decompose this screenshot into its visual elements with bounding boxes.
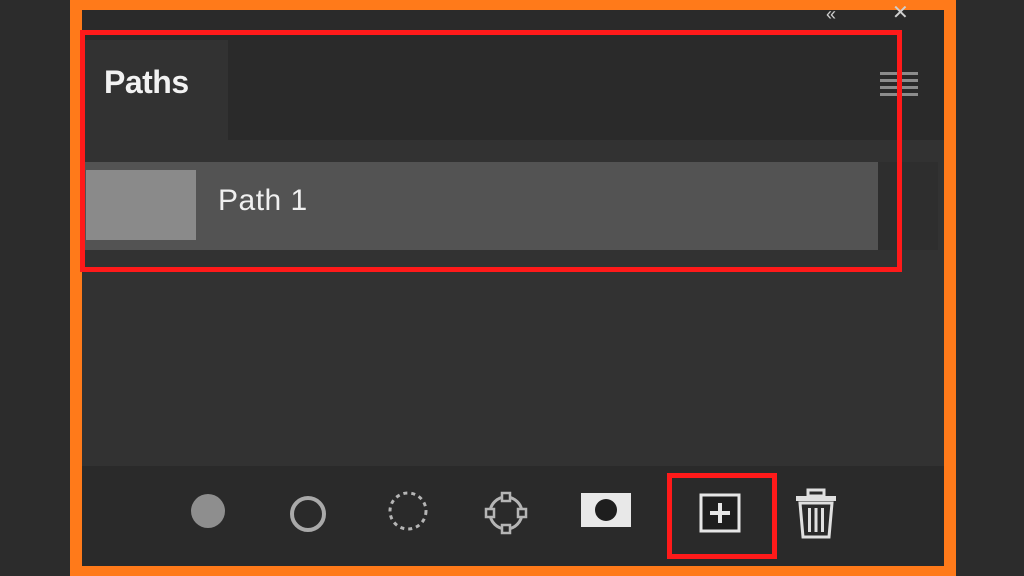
stroke-path-icon: [290, 496, 326, 532]
fill-path-button[interactable]: [180, 486, 236, 542]
delete-path-icon: [796, 488, 836, 539]
add-mask-button[interactable]: [578, 486, 634, 542]
load-selection-button[interactable]: [380, 486, 436, 542]
highlight-box-new-path: [667, 473, 777, 559]
highlight-box-paths-panel: [80, 30, 902, 272]
add-mask-icon: [581, 493, 631, 527]
double-chevron-icon[interactable]: «: [826, 8, 856, 22]
screenshot: « ✕ Paths Path 1: [0, 0, 1024, 576]
panel-titlebar: [82, 10, 944, 28]
delete-path-button[interactable]: [788, 486, 844, 542]
load-path-as-selection-icon: [388, 491, 428, 531]
make-work-path-icon: [484, 491, 528, 535]
fill-path-icon: [191, 494, 225, 528]
make-work-path-button[interactable]: [478, 486, 534, 542]
close-icon[interactable]: ✕: [892, 6, 918, 22]
stroke-path-button[interactable]: [280, 486, 336, 542]
